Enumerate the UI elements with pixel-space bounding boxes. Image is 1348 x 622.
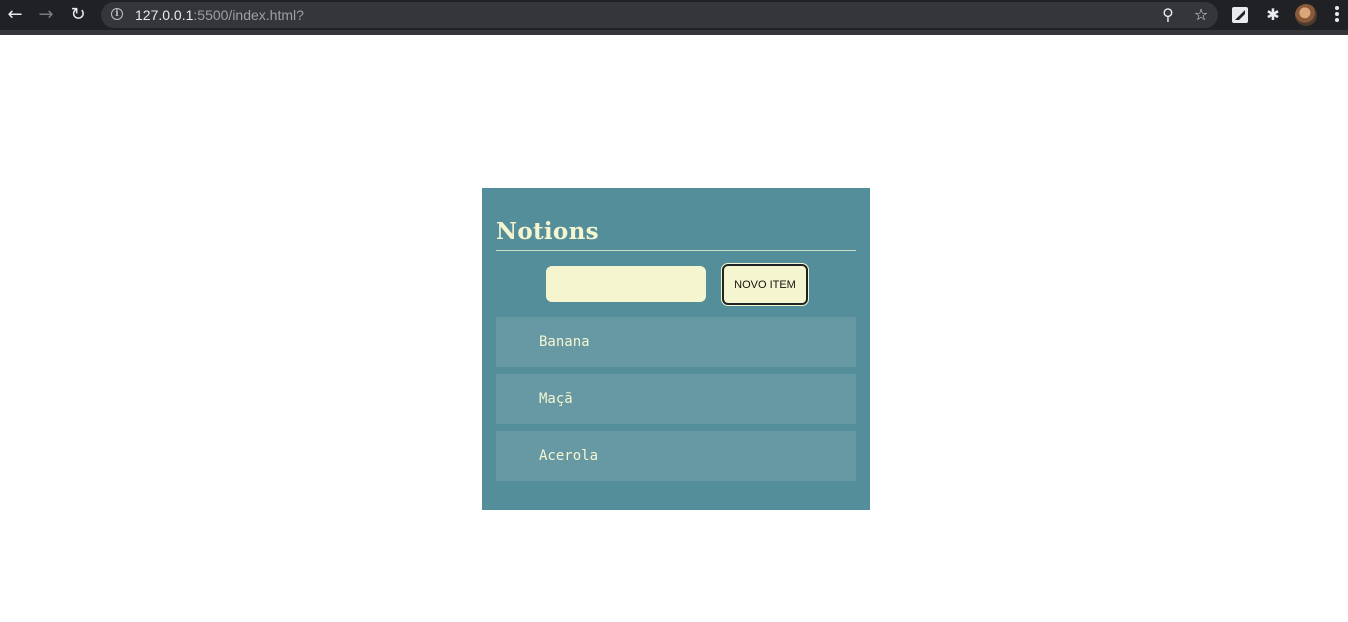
puzzle-icon[interactable]: ✱: [1263, 5, 1283, 25]
url-text[interactable]: 127.0.0.1:5500/index.html?: [135, 6, 304, 24]
url-path: :5500/index.html?: [193, 7, 304, 23]
url-host: 127.0.0.1: [135, 7, 194, 23]
list-item[interactable]: Banana: [496, 317, 856, 367]
title-divider: [496, 250, 856, 251]
forward-arrow-icon[interactable]: →: [36, 5, 56, 25]
new-item-input[interactable]: [546, 266, 706, 302]
address-bar[interactable]: i 127.0.0.1:5500/index.html? ⚲ ☆: [101, 2, 1218, 28]
back-arrow-icon[interactable]: ←: [5, 5, 25, 25]
browser-toolbar: ← → ↻ i 127.0.0.1:5500/index.html? ⚲ ☆ ✱: [0, 0, 1348, 35]
reload-icon[interactable]: ↻: [68, 5, 88, 25]
item-list: Banana Maçã Acerola: [496, 317, 856, 488]
star-icon[interactable]: ☆: [1191, 5, 1211, 25]
notions-card: Notions NOVO ITEM Banana Maçã Acerola: [482, 188, 870, 510]
zoom-icon[interactable]: ⚲: [1158, 5, 1178, 25]
new-item-button[interactable]: NOVO ITEM: [722, 264, 808, 305]
list-item[interactable]: Acerola: [496, 431, 856, 481]
extension-icon[interactable]: [1232, 7, 1248, 23]
info-icon[interactable]: i: [111, 8, 123, 20]
menu-icon[interactable]: [1332, 6, 1342, 26]
avatar[interactable]: [1295, 4, 1317, 26]
page-title: Notions: [496, 218, 599, 245]
list-item[interactable]: Maçã: [496, 374, 856, 424]
